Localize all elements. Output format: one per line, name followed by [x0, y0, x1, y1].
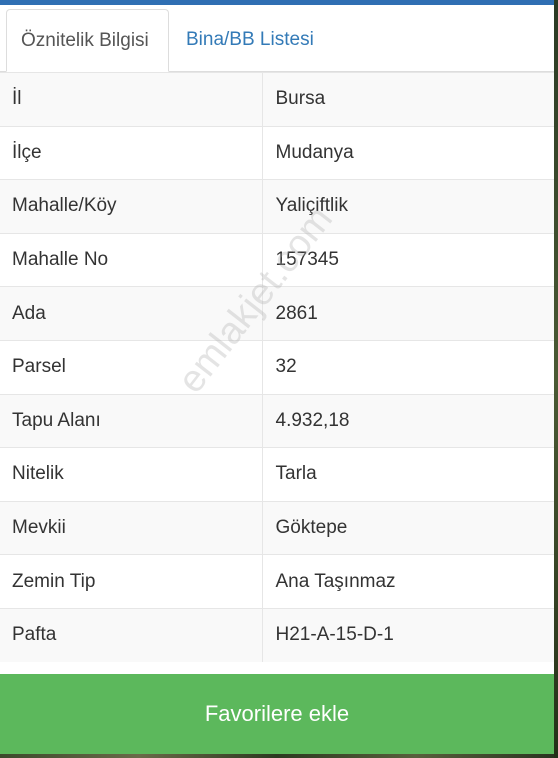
- attribute-key: Nitelik: [0, 447, 263, 502]
- attribute-value: Tarla: [262, 447, 554, 502]
- map-background-edge: [554, 0, 558, 758]
- attribute-value: 2861: [262, 286, 554, 341]
- tab-attribute-info[interactable]: Öznitelik Bilgisi: [6, 9, 169, 72]
- attribute-value: 4.932,18: [262, 393, 554, 448]
- attribute-key: Mahalle/Köy: [0, 179, 263, 234]
- attribute-key: Mahalle No: [0, 232, 263, 287]
- attribute-key: İlçe: [0, 125, 263, 180]
- attribute-value: 32: [262, 339, 554, 395]
- attribute-popup: Öznitelik Bilgisi Bina/BB Listesi İl Bur…: [0, 5, 554, 758]
- attribute-value: Ana Taşınmaz: [262, 554, 554, 609]
- table-row: Ada 2861: [0, 286, 554, 341]
- attribute-value: 157345: [262, 232, 554, 287]
- add-to-favorites-button[interactable]: Favorilere ekle: [0, 674, 554, 754]
- attribute-key: Ada: [0, 286, 263, 341]
- attribute-table: İl Bursa İlçe Mudanya Mahalle/Köy Yaliçi…: [0, 72, 554, 663]
- table-row: Pafta H21-A-15-D-1: [0, 607, 554, 663]
- attribute-value: Mudanya: [262, 125, 554, 180]
- attribute-key: Tapu Alanı: [0, 393, 263, 448]
- attribute-value: H21-A-15-D-1: [262, 607, 554, 663]
- attribute-key: İl: [0, 72, 263, 127]
- map-background-strip: [0, 754, 554, 758]
- attribute-key: Parsel: [0, 339, 263, 395]
- attribute-value: Yaliçiftlik: [262, 179, 554, 234]
- attribute-key: Zemin Tip: [0, 554, 263, 609]
- attribute-value: Bursa: [262, 72, 554, 127]
- table-row: Mahalle No 157345: [0, 232, 554, 287]
- table-row: İlçe Mudanya: [0, 125, 554, 180]
- attribute-key: Mevkii: [0, 500, 263, 555]
- table-row: Mevkii Göktepe: [0, 500, 554, 555]
- table-row: Parsel 32: [0, 339, 554, 395]
- attribute-value: Göktepe: [262, 500, 554, 555]
- table-row: Mahalle/Köy Yaliçiftlik: [0, 179, 554, 234]
- table-row: İl Bursa: [0, 72, 554, 127]
- table-row: Tapu Alanı 4.932,18: [0, 393, 554, 448]
- tab-bar: Öznitelik Bilgisi Bina/BB Listesi: [0, 5, 554, 72]
- table-row: Zemin Tip Ana Taşınmaz: [0, 554, 554, 609]
- attribute-key: Pafta: [0, 607, 263, 663]
- table-row: Nitelik Tarla: [0, 447, 554, 502]
- tab-building-list[interactable]: Bina/BB Listesi: [172, 9, 328, 71]
